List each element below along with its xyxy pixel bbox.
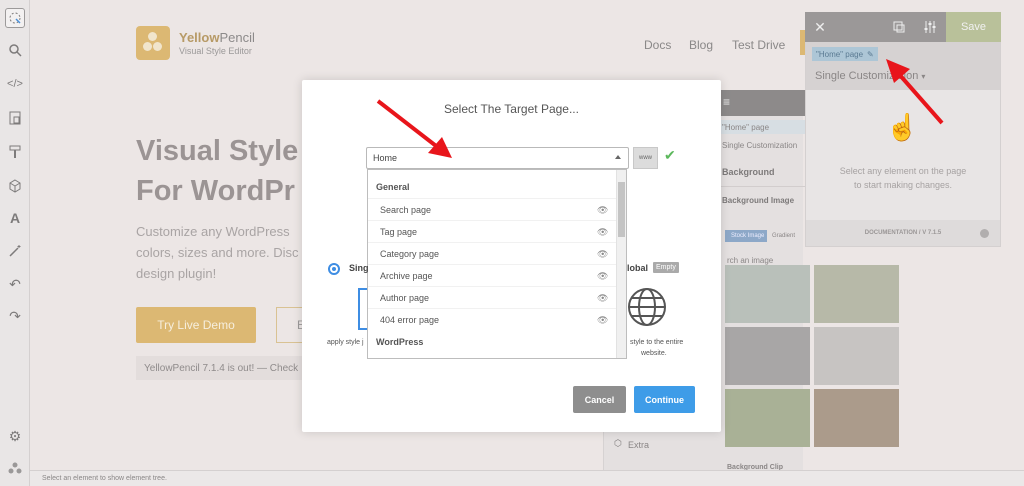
dropdown-item[interactable]: Archive page 👁 <box>368 264 618 286</box>
eye-icon[interactable]: 👁 <box>597 249 608 260</box>
props-customization[interactable]: Single Customization <box>722 141 797 150</box>
props-home-page: "Home" page <box>722 123 770 132</box>
hierarchy-icon[interactable] <box>5 458 25 478</box>
dropdown-item[interactable]: Author page 👁 <box>368 286 618 308</box>
editor-hint: Select any element on the page to start … <box>839 166 967 190</box>
arrow-right-icon[interactable] <box>980 229 989 238</box>
dropdown-group-wordpress: WordPress <box>376 337 424 347</box>
annotation-arrow-2 <box>886 59 944 125</box>
release-notice: YellowPencil 7.1.4 is out! — Check <box>136 356 302 380</box>
hero-title-line2: For WordPr <box>136 175 295 207</box>
scrollbar-thumb[interactable] <box>618 182 625 237</box>
search-icon[interactable] <box>5 40 25 60</box>
status-bar: Select an element to show element tree. <box>30 470 1024 486</box>
code-icon[interactable]: </> <box>5 74 25 94</box>
dropdown-item[interactable]: 404 error page 👁 <box>368 308 618 330</box>
props-background-image: Background Image <box>722 196 795 205</box>
stock-image-tab[interactable]: Stock Image <box>731 233 764 239</box>
modal-title: Select The Target Page... <box>444 102 579 116</box>
hero-text-2: colors, sizes and more. Disc <box>136 245 299 260</box>
font-icon[interactable]: A <box>5 208 25 228</box>
eye-icon[interactable]: 👁 <box>597 271 608 282</box>
eye-icon[interactable]: 👁 <box>597 293 608 304</box>
brand-tagline: Visual Style Editor <box>179 46 252 56</box>
empty-badge: Empty <box>653 262 679 273</box>
select-cursor-icon[interactable] <box>5 8 25 28</box>
eye-icon[interactable]: 👁 <box>597 315 608 326</box>
wand-icon[interactable] <box>5 241 25 261</box>
cube-icon[interactable] <box>5 176 25 196</box>
props-background[interactable]: Background <box>722 167 775 177</box>
logo <box>136 26 170 60</box>
nav-docs[interactable]: Docs <box>644 38 671 52</box>
dropdown-item[interactable]: Category page 👁 <box>368 242 618 264</box>
dropdown-scrollbar[interactable] <box>616 170 626 358</box>
image-search[interactable]: rch an image <box>727 256 773 265</box>
global-description-2: website. <box>641 350 667 357</box>
editor-footer[interactable]: DOCUMENTATION / V 7.1.5 <box>806 220 1000 246</box>
check-icon[interactable]: ✔ <box>664 147 676 164</box>
globe-icon <box>627 287 667 332</box>
sliders-icon[interactable] <box>917 12 943 42</box>
caret-up-icon <box>615 155 621 159</box>
left-toolbar: </> A ↶ ↷ ⚙ <box>0 0 30 486</box>
responsive-icon[interactable] <box>5 108 25 128</box>
hero-title-line1: Visual Style <box>136 135 299 167</box>
close-icon[interactable]: ✕ <box>807 12 833 42</box>
dropdown-item[interactable]: Search page 👁 <box>368 198 618 220</box>
www-button[interactable]: www <box>633 147 658 169</box>
continue-button[interactable]: Continue <box>634 386 695 413</box>
single-radio[interactable] <box>328 263 340 275</box>
gear-icon[interactable]: ⚙ <box>5 426 25 446</box>
nav-blog[interactable]: Blog <box>689 38 713 52</box>
target-page-dropdown: General Search page 👁 Tag page 👁 Category … <box>367 169 627 359</box>
brand-name: YellowPencil <box>179 30 255 45</box>
dropdown-item[interactable]: Tag page 👁 <box>368 220 618 242</box>
editor-target-page[interactable]: "Home" page ✎ <box>812 47 878 61</box>
page-icon <box>358 288 367 330</box>
single-label: Sing <box>349 263 369 273</box>
stock-image-grid <box>725 265 905 470</box>
undo-icon[interactable]: ↶ <box>5 274 25 294</box>
single-description: apply style j <box>327 339 364 346</box>
eye-icon[interactable]: 👁 <box>597 205 608 216</box>
redo-icon[interactable]: ↷ <box>5 306 25 326</box>
hero-text-3: design plugin! <box>136 266 217 281</box>
extra-section[interactable]: Extra <box>628 440 649 450</box>
try-live-demo-button[interactable]: Try Live Demo <box>136 307 256 343</box>
save-button[interactable]: Save <box>946 12 1001 42</box>
global-label: lobal <box>627 263 649 273</box>
select-target-page-modal: Select The Target Page... Home www ✔ Gen… <box>302 80 721 432</box>
hero-text-1: Customize any WordPress <box>136 224 290 239</box>
nav-test-drive[interactable]: Test Drive <box>732 38 785 52</box>
cancel-button[interactable]: Cancel <box>573 386 626 413</box>
gradient-tab[interactable]: Gradient <box>772 233 795 239</box>
annotation-arrow-1 <box>376 99 452 158</box>
hamburger-icon[interactable]: ≡ <box>720 90 806 116</box>
eye-icon[interactable]: 👁 <box>597 227 608 238</box>
brush-icon[interactable] <box>5 142 25 162</box>
global-description-1: style to the entire <box>630 339 684 346</box>
responsive-view-icon[interactable] <box>886 12 912 42</box>
dropdown-group-general: General <box>376 182 410 192</box>
cube-icon: ⬡ <box>614 438 622 448</box>
